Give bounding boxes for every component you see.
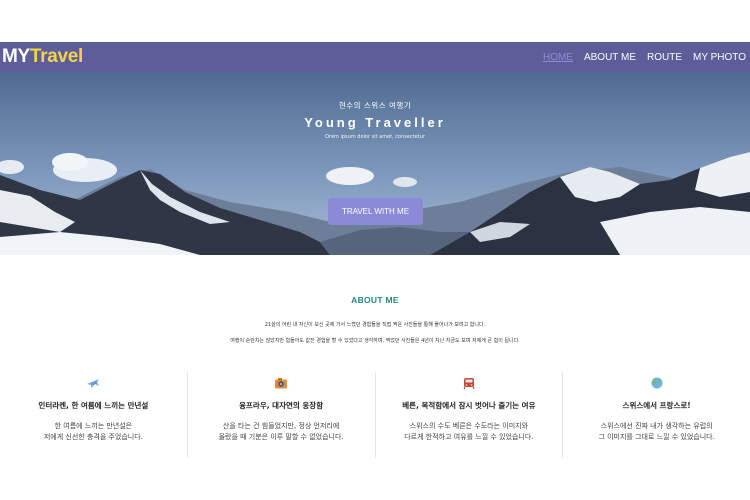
- card-description: 스위스에선 진짜 내가 생각하는 유럽의그 이미지를 그대로 느낄 수 있었습니…: [563, 421, 750, 443]
- card-description: 스위스의 수도 베른은 수도라는 이미지와다르게 한적하고 여유를 느낄 수 있…: [376, 421, 563, 443]
- hero-section: 현수의 스위스 여행기 Young Traveller Orem ipsum d…: [0, 72, 750, 255]
- card-desc-line: 저에게 신선한 충격을 주었습니다.: [43, 433, 143, 441]
- card-interlaken: 인터라켄, 한 여름에 느끼는 만년설 한 여름에 느끼는 만년설은저에게 신선…: [0, 372, 188, 458]
- brand-part2: Travel: [29, 46, 84, 67]
- hero-subtitle: 현수의 스위스 여행기: [338, 101, 412, 110]
- nav-item-about-me[interactable]: ABOUT ME: [584, 52, 636, 63]
- card-france: 스위스에서 프랑스로! 스위스에선 진짜 내가 생각하는 유럽의그 이미지를 그…: [563, 372, 750, 458]
- card-title: 인터라켄, 한 여름에 느끼는 만년설: [38, 401, 149, 410]
- train-icon: [463, 378, 475, 390]
- card-title: 베른, 복적함에서 잠시 벗어나 즐기는 여유: [402, 401, 536, 410]
- card-desc-line: 다르게 한적하고 여유를 느낄 수 있었습니다.: [404, 433, 534, 441]
- card-bern: 베른, 복적함에서 잠시 벗어나 즐기는 여유 스위스의 수도 베른은 수도라는…: [376, 372, 564, 458]
- card-desc-line: 산을 타는 건 힘들었지만, 정상 언저리에: [222, 422, 340, 430]
- camera-icon: [275, 378, 288, 389]
- card-jungfrau: 융프라우, 대자연의 웅장함 산을 타는 건 힘들었지만, 정상 언저리에올랐을…: [188, 372, 376, 458]
- page: MYTravel HOME ABOUT ME ROUTE MY PHOTO 현수…: [0, 0, 750, 500]
- globe-icon: [651, 377, 663, 389]
- card-desc-line: 그 이미지를 그대로 느낄 수 있었습니다.: [598, 433, 715, 441]
- card-description: 산을 타는 건 힘들었지만, 정상 언저리에올랐을 때 기분은 이루 말할 수 …: [188, 421, 375, 443]
- about-paragraph-1: 21살의 어린 내 자신이 보신 곳에 가서 느꼈던 경험들을 직접 찍은 사진…: [264, 322, 486, 328]
- card-desc-line: 스위스의 수도 베른은 수도라는 이미지와: [409, 422, 529, 430]
- about-title: ABOUT ME: [351, 295, 399, 305]
- top-whitespace: [0, 0, 750, 42]
- airplane-icon: [87, 379, 100, 388]
- nav-item-home[interactable]: HOME: [543, 52, 573, 63]
- card-title: 융프라우, 대자연의 웅장함: [239, 401, 324, 410]
- navbar: MYTravel HOME ABOUT ME ROUTE MY PHOTO: [0, 42, 750, 72]
- nav-item-route[interactable]: ROUTE: [647, 52, 682, 63]
- card-title: 스위스에서 프랑스로!: [622, 401, 691, 410]
- travel-with-me-button[interactable]: TRAVEL WITH ME: [328, 198, 423, 225]
- hero-lorem: Orem ipsum dolor sit amet, consectetur: [325, 134, 425, 140]
- card-desc-line: 스위스에선 진짜 내가 생각하는 유럽의: [600, 422, 713, 430]
- card-desc-line: 올랐을 때 기분은 이루 말할 수 없었습니다.: [218, 433, 344, 441]
- brand-logo[interactable]: MYTravel: [2, 46, 83, 68]
- feature-cards: 인터라켄, 한 여름에 느끼는 만년설 한 여름에 느끼는 만년설은저에게 신선…: [0, 372, 750, 458]
- hero-title: Young Traveller: [304, 115, 446, 130]
- about-paragraph-2: 여행이 순탄치는 않았지만 힘들어도 값진 경험을 할 수 있었다고 생각하며,…: [230, 338, 520, 344]
- brand-part1: MY: [2, 46, 30, 67]
- card-desc-line: 한 여름에 느끼는 만년설은: [54, 422, 133, 430]
- card-description: 한 여름에 느끼는 만년설은저에게 신선한 충격을 주었습니다.: [0, 421, 187, 443]
- nav-menu: HOME ABOUT ME ROUTE MY PHOTO: [543, 52, 746, 63]
- nav-item-my-photo[interactable]: MY PHOTO: [693, 52, 746, 63]
